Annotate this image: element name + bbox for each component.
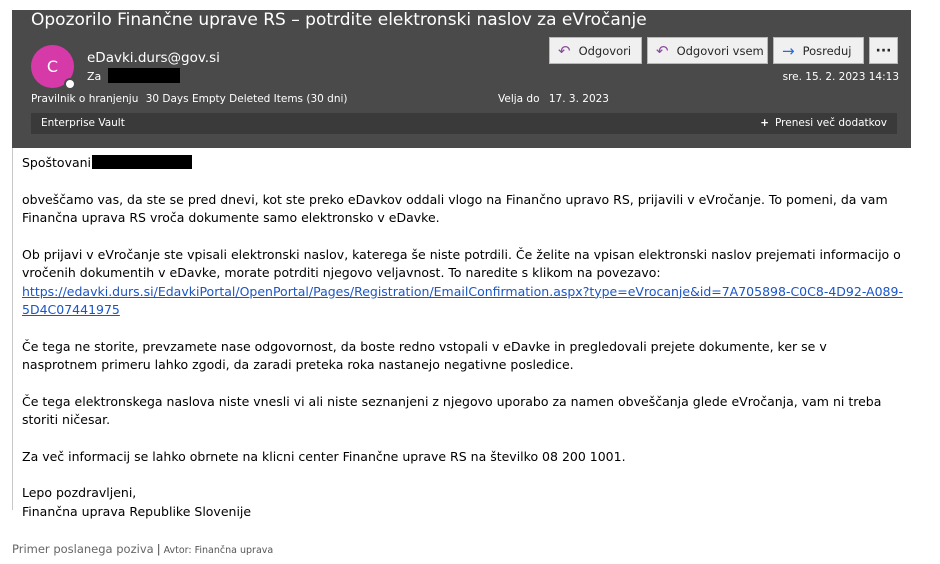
image-caption: Primer poslanega poziva | Avtor: Finančna … [12, 542, 273, 556]
recipient-redacted [108, 68, 180, 83]
reply-all-icon: ↶ [656, 41, 669, 60]
get-more-addins-button[interactable]: + Prenesi več dodatkov [760, 117, 887, 129]
body-paragraph-2-text: Ob prijavi v eVročanje ste vpisali elekt… [22, 246, 901, 281]
forward-icon: → [782, 41, 795, 60]
email-subject: Opozorilo Finančne uprave RS – potrdite … [31, 10, 647, 30]
greeting-name-redacted [92, 155, 193, 169]
enterprise-vault-label: Enterprise Vault [41, 117, 125, 129]
enterprise-vault-bar: Enterprise Vault + Prenesi več dodatkov [31, 113, 897, 134]
confirmation-link[interactable]: https://edavki.durs.si/EdavkiPortal/Open… [22, 284, 903, 318]
body-paragraph-1: obveščamo vas, da ste se pred dnevi, kot… [22, 191, 888, 226]
reply-icon: ↶ [558, 41, 571, 60]
forward-button[interactable]: → Posreduj [773, 37, 864, 64]
avatar-letter: C [46, 57, 59, 76]
body-paragraph-5: Za več informacij se lahko obrnete na kl… [22, 448, 626, 464]
caption-author: Avtor: Finančna uprava [163, 545, 274, 556]
signature-text: Finančna uprava Republike Slovenije [22, 503, 252, 519]
reply-all-button-label: Odgovori vsem [676, 43, 764, 58]
retention-policy-value: 30 Days Empty Deleted Items (30 dni) [145, 93, 348, 105]
email-reading-pane: Opozorilo Finančne uprave RS – potrdite … [12, 10, 911, 519]
reply-all-button[interactable]: ↶ Odgovori vsem [647, 37, 768, 64]
expiry-label: Velja do [498, 93, 540, 105]
body-paragraph-3: Če tega ne storite, prevzamete nase odgo… [22, 338, 827, 373]
body-divider [12, 148, 13, 510]
greeting-text: Spoštovani [22, 155, 92, 170]
caption-text: Primer poslanega poziva [12, 542, 154, 556]
sender-address[interactable]: eDavki.durs@gov.si [87, 50, 220, 66]
expiry-info: Velja do 17. 3. 2023 [498, 93, 609, 105]
email-body: Spoštovani obveščamo vas, da ste se pred… [22, 154, 904, 521]
retention-policy-label: Pravilnik o hranjenju [31, 93, 139, 105]
presence-status-icon [64, 78, 76, 90]
forward-button-label: Posreduj [802, 43, 852, 58]
recipient-label: Za [87, 70, 102, 83]
retention-policy: Pravilnik o hranjenju 30 Days Empty Dele… [31, 93, 348, 105]
body-paragraph-2: Ob prijavi v eVročanje ste vpisali elekt… [22, 246, 904, 320]
caption-separator: | [156, 542, 161, 556]
expiry-date: 17. 3. 2023 [548, 93, 609, 105]
plus-icon: + [760, 117, 770, 129]
more-actions-button[interactable]: ··· [869, 37, 898, 64]
body-paragraph-4: Če tega elektronskega naslova niste vnes… [22, 393, 882, 428]
reply-button-label: Odgovori [578, 43, 632, 58]
received-date: sre. 15. 2. 2023 14:13 [782, 71, 899, 83]
sign-off: Lepo pozdravljeni, Finančna uprava Republ… [22, 484, 904, 521]
greeting-line: Spoštovani [22, 154, 904, 173]
reply-button[interactable]: ↶ Odgovori [549, 37, 642, 64]
closing-text: Lepo pozdravljeni, [22, 485, 137, 500]
email-header: Opozorilo Finančne uprave RS – potrdite … [12, 10, 911, 148]
get-more-addins-label: Prenesi več dodatkov [775, 117, 887, 129]
